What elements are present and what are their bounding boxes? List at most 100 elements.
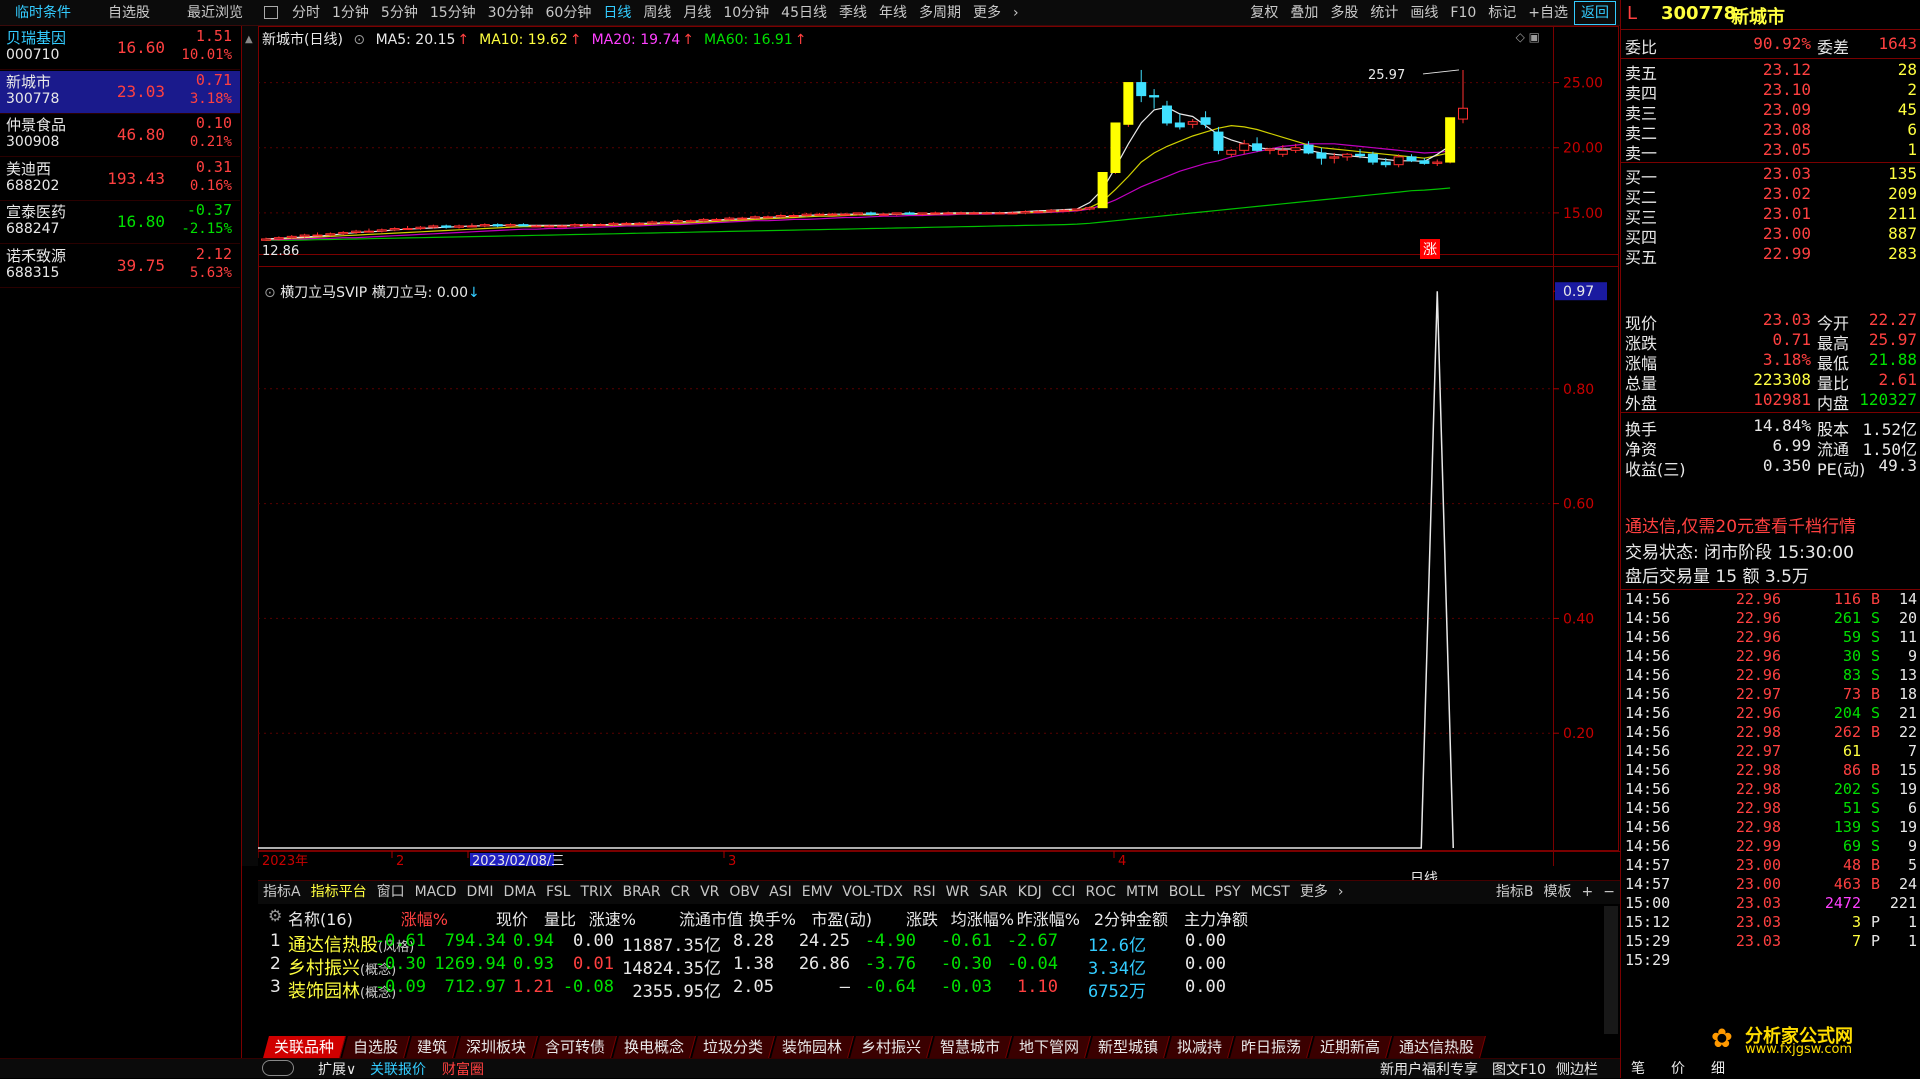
period-10[interactable]: 45日线 [775, 0, 833, 26]
toolbar-1[interactable]: 叠加 [1284, 0, 1324, 26]
table-header-2[interactable]: 现价 [496, 906, 528, 930]
indicator-tab-21[interactable]: MTM [1121, 881, 1164, 903]
indicator-right-2[interactable]: + [1577, 881, 1599, 903]
ask-row[interactable]: 卖三 23.09 45 [1621, 100, 1920, 123]
watchlist-item[interactable]: 美迪西 688202 193.43 0.31 0.16% [0, 158, 240, 201]
bid-row[interactable]: 买三 23.01 211 [1621, 204, 1920, 227]
bottom-tab-10[interactable]: 地下管网 [1008, 1036, 1092, 1058]
period-2[interactable]: 5分钟 [375, 0, 424, 26]
indicator-tab-22[interactable]: BOLL [1164, 881, 1210, 903]
toolbar-5[interactable]: F10 [1444, 0, 1482, 26]
indicator-right-1[interactable]: 模板 [1539, 881, 1577, 903]
table-header-7[interactable]: 市盈(动) [812, 906, 873, 930]
indicator-tab-11[interactable]: OBV [724, 881, 764, 903]
indicator-tab-23[interactable]: PSY [1210, 881, 1246, 903]
table-row[interactable]: 1 通达信热股(风格) -0.61 794.34 0.94 0.00 11887.35亿 8.… [258, 931, 1598, 956]
bottom-tab-4[interactable]: 含可转债 [534, 1036, 618, 1058]
period-12[interactable]: 年线 [873, 0, 913, 26]
expand-button[interactable]: 扩展∨ [318, 1059, 356, 1079]
table-header-5[interactable]: 流通市值 [679, 906, 743, 930]
promo-link[interactable]: 新用户福利专享 [1380, 1059, 1478, 1079]
indicator-tab-14[interactable]: VOL-TDX [837, 881, 908, 903]
quote-tab-2[interactable]: 细 [1711, 1058, 1725, 1078]
ask-row[interactable]: 卖五 23.12 28 [1621, 60, 1920, 83]
quote-tab-1[interactable]: 价 [1671, 1058, 1685, 1078]
period-7[interactable]: 周线 [637, 0, 677, 26]
chevron-right-icon[interactable]: › [1333, 881, 1349, 903]
indicator-right-3[interactable]: − [1598, 881, 1620, 903]
bottom-tab-13[interactable]: 昨日振荡 [1230, 1036, 1314, 1058]
table-header-12[interactable]: 主力净额 [1184, 906, 1248, 930]
chevron-right-icon[interactable]: › [1007, 0, 1025, 26]
watchlist-item[interactable]: 诺禾致源 688315 39.75 2.12 5.63% [0, 245, 240, 288]
period-4[interactable]: 30分钟 [482, 0, 540, 26]
bottom-tab-5[interactable]: 换电概念 [613, 1036, 697, 1058]
toolbar-4[interactable]: 画线 [1404, 0, 1444, 26]
bottom-tab-14[interactable]: 近期新高 [1309, 1036, 1393, 1058]
bottom-tab-0[interactable]: 关联品种 [263, 1036, 346, 1058]
sidebar-link[interactable]: 侧边栏 [1556, 1059, 1598, 1079]
promo-text[interactable]: 通达信,仅需20元查看千档行情 [1625, 512, 1856, 537]
gear-icon[interactable]: ⚙ [268, 906, 282, 925]
indicator-tab-18[interactable]: KDJ [1013, 881, 1047, 903]
table-header-4[interactable]: 涨速% [589, 906, 636, 930]
table-header-1[interactable]: 涨幅% [401, 906, 448, 930]
bottom-tab-11[interactable]: 新型城镇 [1087, 1036, 1171, 1058]
panel-toggle-icon[interactable] [264, 6, 278, 19]
bottom-tab-2[interactable]: 建筑 [406, 1036, 459, 1058]
ask-row[interactable]: 卖一 23.05 1 [1621, 140, 1920, 163]
indicator-tab-10[interactable]: VR [695, 881, 724, 903]
indicator-tab-12[interactable]: ASI [764, 881, 797, 903]
kline-chart[interactable]: 25.00 20.00 15.00 25.97 12.86 0.97 0.80 0.60 0.4… [258, 26, 1620, 866]
period-13[interactable]: 多周期 [913, 0, 967, 26]
table-header-11[interactable]: 2分钟金额 [1094, 906, 1168, 930]
toolbar-6[interactable]: 标记 [1482, 0, 1522, 26]
table-row[interactable]: 2 乡村振兴(概念) -0.30 1269.94 0.93 0.01 14824.35亿 1.… [258, 954, 1598, 979]
top-tab-0[interactable]: 临时条件 [0, 0, 86, 26]
bottom-tab-6[interactable]: 垃圾分类 [692, 1036, 776, 1058]
table-header-10[interactable]: 昨涨幅% [1017, 906, 1080, 930]
period-8[interactable]: 月线 [677, 0, 717, 26]
indicator-tab-9[interactable]: CR [666, 881, 696, 903]
table-header-3[interactable]: 量比 [544, 906, 576, 930]
indicator-tab-25[interactable]: 更多 [1295, 881, 1333, 903]
bottom-tab-9[interactable]: 智慧城市 [929, 1036, 1013, 1058]
quote-tab-0[interactable]: 笔 [1631, 1058, 1645, 1078]
table-header-8[interactable]: 涨跌 [906, 906, 938, 930]
period-6[interactable]: 日线 [597, 0, 637, 26]
watchlist-item[interactable]: 贝瑞基因 000710 16.60 1.51 10.01% [0, 27, 240, 70]
period-11[interactable]: 季线 [833, 0, 873, 26]
toolbar-0[interactable]: 复权 [1244, 0, 1284, 26]
table-scrollbar[interactable] [1604, 906, 1618, 1034]
bottom-tab-12[interactable]: 拟减持 [1166, 1036, 1235, 1058]
ask-row[interactable]: 卖四 23.10 2 [1621, 80, 1920, 103]
bottom-tab-3[interactable]: 深圳板块 [455, 1036, 539, 1058]
indicator-tab-16[interactable]: WR [941, 881, 975, 903]
indicator-tab-15[interactable]: RSI [908, 881, 941, 903]
top-tab-1[interactable]: 自选股 [86, 0, 172, 26]
top-tab-2[interactable]: 最近浏览 [172, 0, 258, 26]
table-header-9[interactable]: 均涨幅% [951, 906, 1014, 930]
toolbar-8[interactable]: 返回 [1574, 1, 1616, 25]
bottom-tab-8[interactable]: 乡村振兴 [850, 1036, 934, 1058]
bottom-tab-7[interactable]: 装饰园林 [771, 1036, 855, 1058]
wealth-link[interactable]: 财富圈 [442, 1059, 484, 1079]
related-quote-link[interactable]: 关联报价 [370, 1059, 426, 1079]
indicator-tab-5[interactable]: DMA [499, 881, 541, 903]
toggle-switch[interactable] [262, 1060, 294, 1076]
indicator-tab-24[interactable]: MCST [1246, 881, 1295, 903]
bid-row[interactable]: 买五 22.99 283 [1621, 244, 1920, 267]
chart-area[interactable]: 新城市(日线) ⊙ MA5: 20.15 ↑ MA10: 19.62 ↑ MA20: 1… [258, 26, 1620, 887]
bid-row[interactable]: 买一 23.03 135 [1621, 164, 1920, 187]
period-3[interactable]: 15分钟 [424, 0, 482, 26]
ask-row[interactable]: 卖二 23.08 6 [1621, 120, 1920, 143]
indicator-tab-7[interactable]: TRIX [575, 881, 617, 903]
indicator-tab-20[interactable]: ROC [1080, 881, 1121, 903]
toolbar-7[interactable]: +自选 [1522, 0, 1574, 26]
bottom-tab-15[interactable]: 通达信热股 [1388, 1036, 1487, 1058]
watchlist-scrollbar[interactable]: ▲ [242, 26, 258, 866]
table-header-0[interactable]: 名称(16) [288, 906, 353, 930]
indicator-tab-0[interactable]: 指标A [258, 881, 306, 903]
indicator-right-0[interactable]: 指标B [1491, 881, 1539, 903]
bottom-tab-1[interactable]: 自选股 [342, 1036, 410, 1058]
